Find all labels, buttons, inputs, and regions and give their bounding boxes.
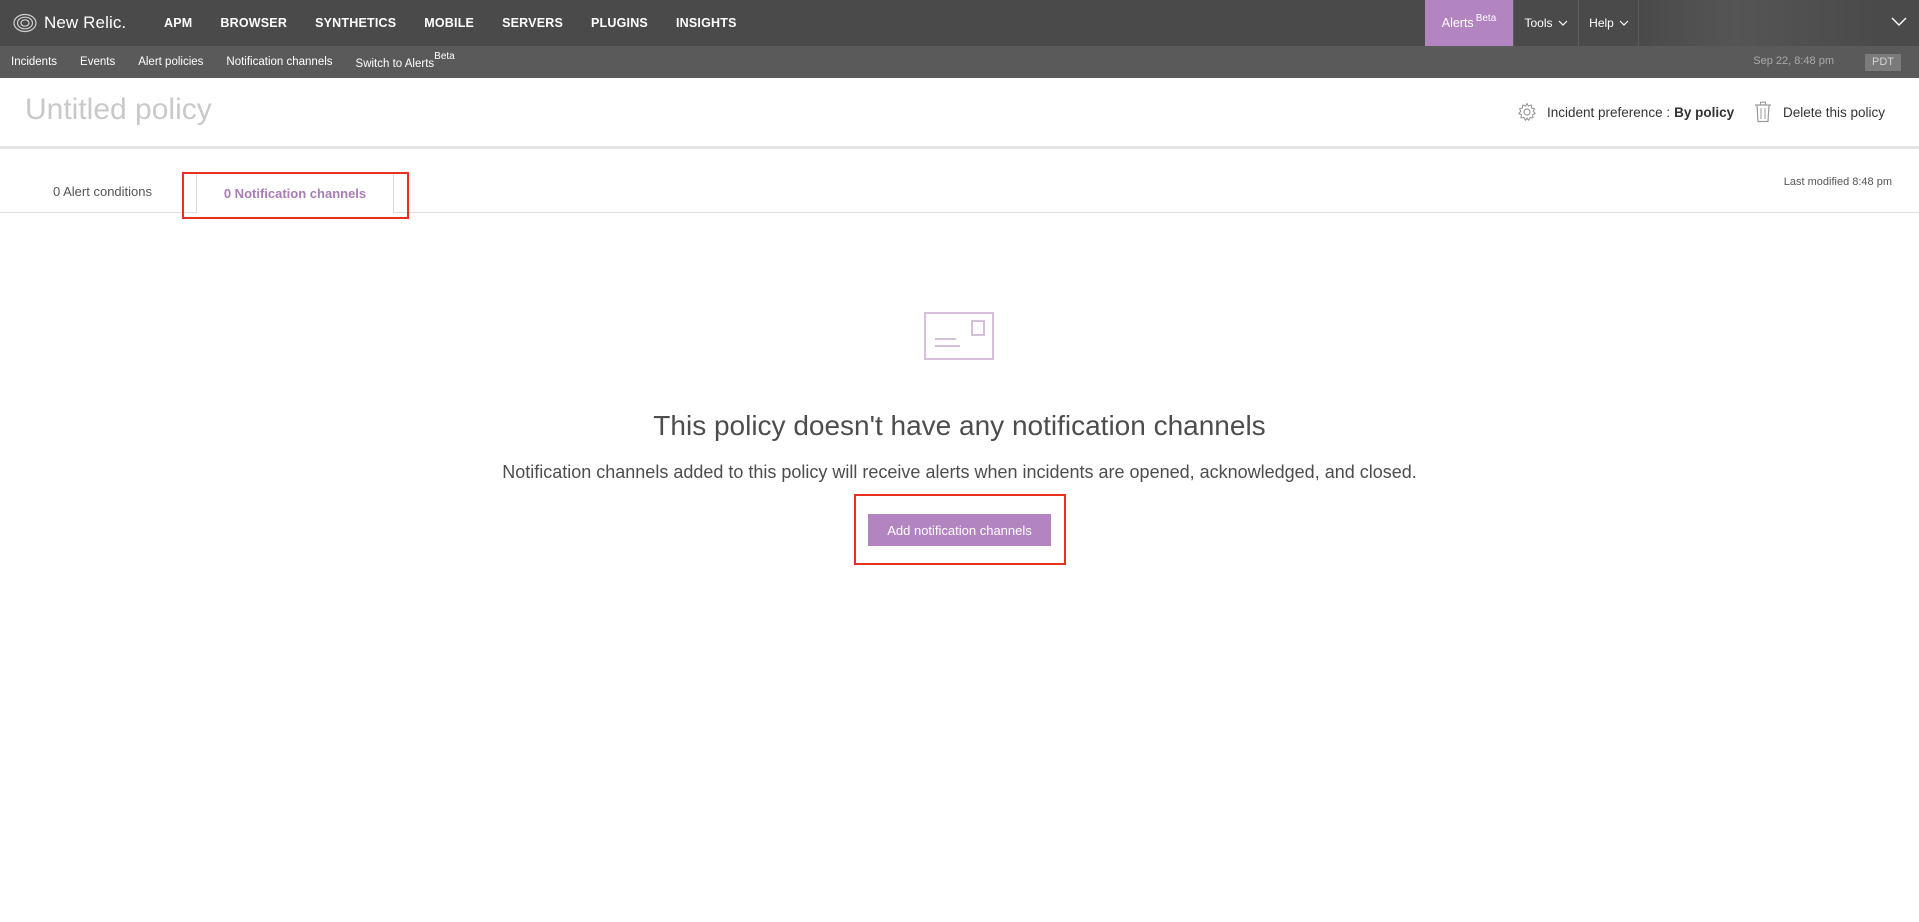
current-timestamp: Sep 22, 8:48 pm	[1753, 55, 1834, 67]
beta-badge: Beta	[434, 51, 455, 63]
tab-notification-channels[interactable]: 0 Notification channels	[196, 173, 394, 214]
chevron-down-icon	[1619, 20, 1629, 26]
envelope-icon	[924, 312, 994, 360]
subnav-switch-to-alerts-beta[interactable]: Switch to AlertsBeta	[355, 51, 455, 70]
policy-tabs: 0 Alert conditions 0 Notification channe…	[0, 149, 1919, 214]
secondary-navigation-bar: Incidents Events Alert policies Notifica…	[0, 46, 1919, 78]
switch-label: Switch to Alerts	[355, 57, 435, 70]
top-navigation-bar: New Relic. APM BROWSER SYNTHETICS MOBILE…	[0, 0, 1919, 46]
tools-label: Tools	[1524, 16, 1553, 30]
nav-alerts-beta[interactable]: Alerts Beta	[1425, 0, 1513, 46]
chevron-down-icon[interactable]	[1889, 12, 1909, 32]
empty-state-title: This policy doesn't have any notificatio…	[653, 410, 1266, 441]
nav-insights[interactable]: INSIGHTS	[676, 16, 737, 30]
subnav-events[interactable]: Events	[80, 56, 115, 68]
nav-mobile[interactable]: MOBILE	[424, 16, 474, 30]
tab-notification-channels-label: 0 Notification channels	[223, 186, 367, 201]
nav-plugins[interactable]: PLUGINS	[591, 16, 648, 30]
nav-servers[interactable]: SERVERS	[502, 16, 563, 30]
nav-apm[interactable]: APM	[164, 16, 192, 30]
gear-icon	[1518, 102, 1536, 121]
tab-alert-conditions[interactable]: 0 Alert conditions	[53, 184, 152, 199]
delete-policy-button[interactable]: Delete this policy	[1754, 100, 1885, 124]
empty-state-description: Notification channels added to this poli…	[502, 462, 1417, 482]
subnav-alert-policies[interactable]: Alert policies	[138, 56, 203, 68]
new-relic-logo-icon	[13, 13, 37, 33]
alerts-label: Alerts	[1441, 16, 1474, 30]
timezone-badge[interactable]: PDT	[1865, 54, 1901, 71]
incident-preference-button[interactable]: Incident preference : By policy	[1517, 100, 1734, 124]
chevron-down-icon	[1558, 20, 1567, 26]
account-menu[interactable]	[1638, 0, 1879, 46]
beta-badge: Beta	[1475, 12, 1497, 24]
tools-menu[interactable]: Tools	[1513, 0, 1578, 46]
nav-browser[interactable]: BROWSER	[220, 16, 287, 30]
delete-policy-label: Delete this policy	[1783, 104, 1886, 120]
alerts-subnav: Incidents Events Alert policies Notifica…	[11, 46, 478, 78]
help-label: Help	[1589, 16, 1614, 30]
subnav-incidents[interactable]: Incidents	[11, 56, 57, 68]
last-modified: Last modified 8:48 pm	[1783, 176, 1892, 188]
logo[interactable]: New Relic.	[13, 12, 126, 34]
logo-text: New Relic.	[44, 13, 127, 32]
help-menu[interactable]: Help	[1578, 0, 1639, 46]
add-notification-channels-button[interactable]: Add notification channels	[868, 514, 1051, 546]
subnav-notification-channels[interactable]: Notification channels	[226, 56, 332, 68]
policy-title[interactable]: Untitled policy	[25, 93, 212, 127]
policy-header: Untitled policy Incident preference : By…	[0, 78, 1919, 149]
incident-preference-value: By policy	[1674, 104, 1735, 120]
main-nav: APM BROWSER SYNTHETICS MOBILE SERVERS PL…	[150, 0, 751, 46]
incident-preference-label: Incident preference :	[1547, 104, 1671, 120]
nav-synthetics[interactable]: SYNTHETICS	[315, 16, 396, 30]
trash-icon	[1755, 101, 1771, 123]
